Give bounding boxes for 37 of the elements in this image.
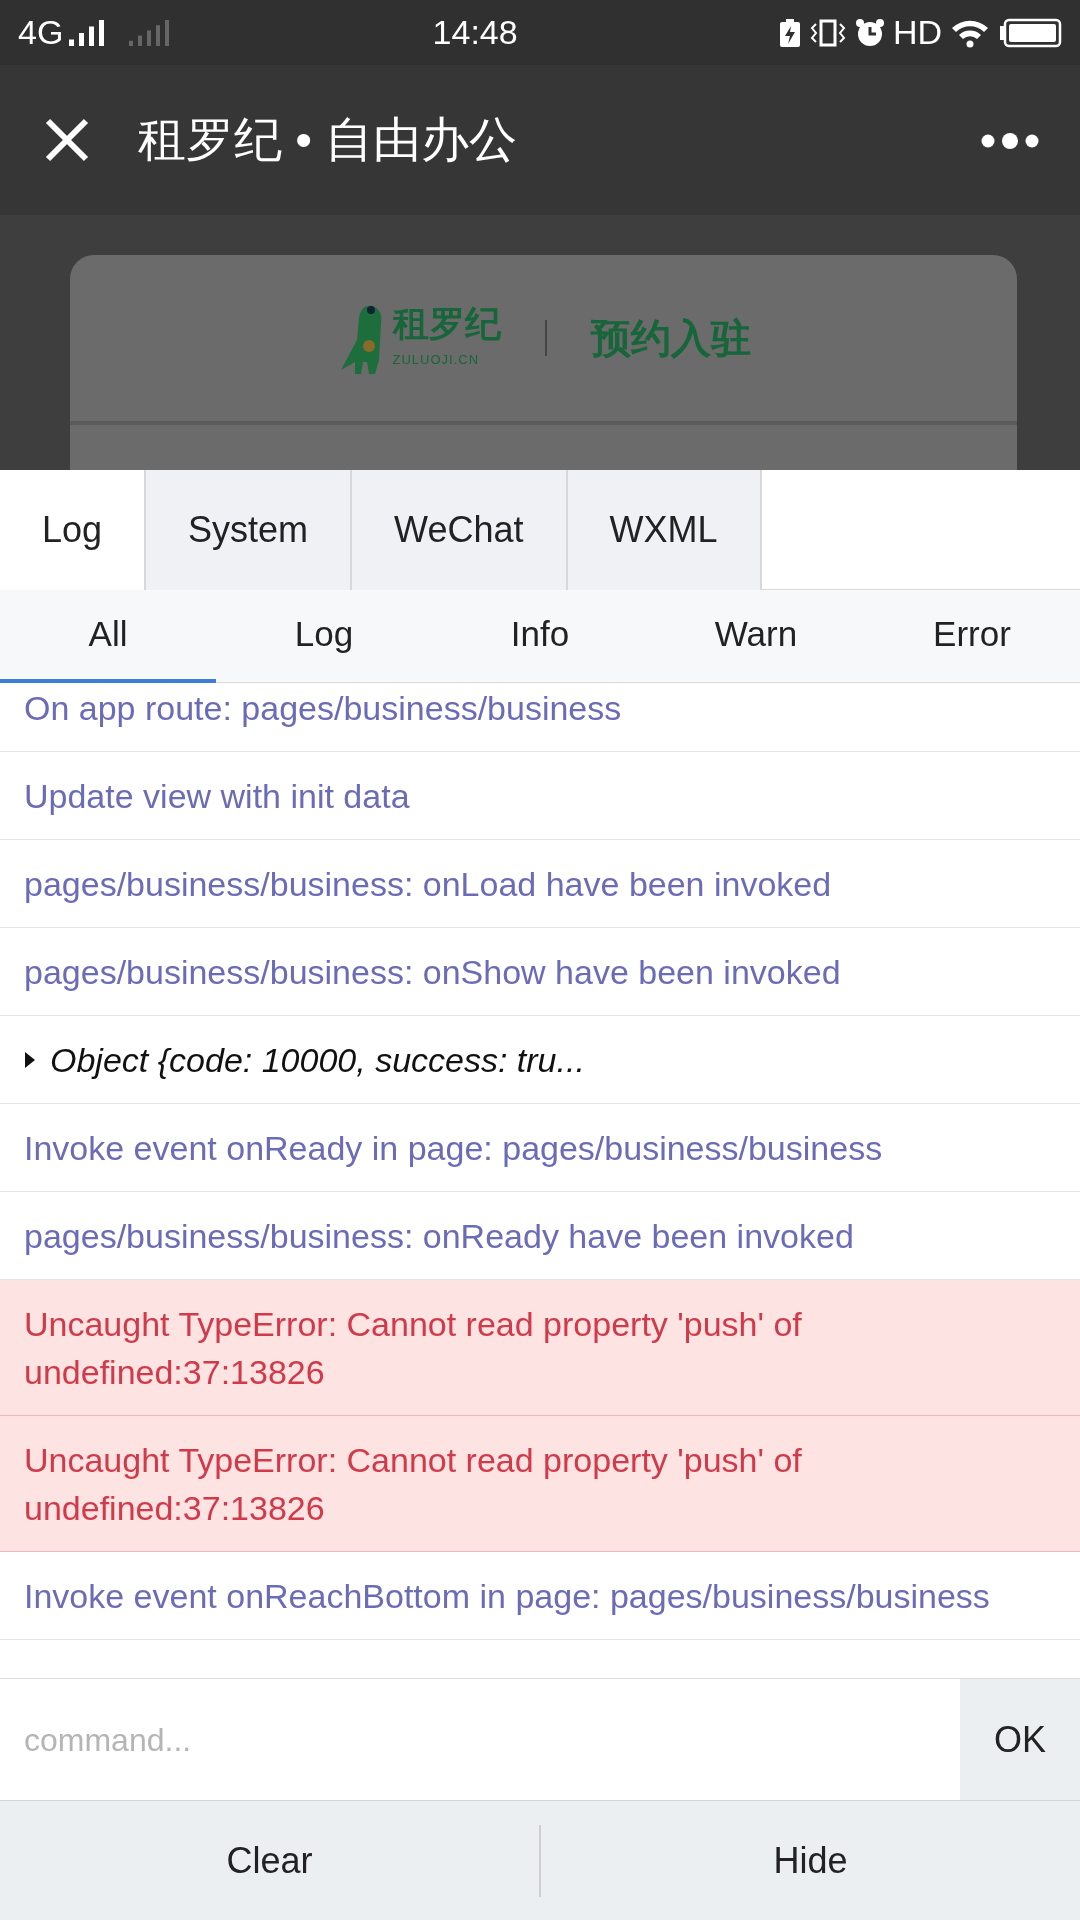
- close-button[interactable]: [44, 117, 90, 163]
- tab[interactable]: WXML: [567, 470, 762, 590]
- signal-icon: [129, 19, 172, 46]
- card-heading: 预约入驻: [590, 315, 751, 362]
- filter-tab[interactable]: Log: [216, 590, 432, 683]
- tab[interactable]: WeChat: [352, 470, 568, 590]
- battery-icon: [998, 17, 1062, 48]
- expand-triangle-icon: [24, 1049, 36, 1070]
- clear-button[interactable]: Clear: [0, 1801, 539, 1920]
- log-entry: Invoke event onReady in page: pages/business/business: [0, 1104, 1080, 1192]
- tab[interactable]: System: [146, 470, 353, 590]
- hd-label: HD: [892, 12, 942, 53]
- log-entry: pages/business/business: onShow have been invoked: [0, 928, 1080, 1016]
- brand-domain: ZULUOJI.CN: [392, 351, 480, 370]
- hide-button[interactable]: Hide: [541, 1801, 1080, 1920]
- error-entry: Uncaught TypeError: Cannot read property 'push' of undefined:37:13826: [0, 1280, 1080, 1416]
- vibrate-icon: [808, 17, 847, 48]
- filter-tab[interactable]: Warn: [648, 590, 864, 683]
- network-label: 4G: [18, 12, 64, 53]
- error-entry: Uncaught TypeError: Cannot read property 'push' of undefined:37:13826: [0, 1416, 1080, 1552]
- ok-button[interactable]: OK: [960, 1679, 1080, 1800]
- battery-charging-icon: [778, 17, 801, 48]
- brand-name: 租罗纪: [392, 306, 501, 343]
- log-entry: Object {code: 10000, success: tru...: [50, 1039, 585, 1081]
- log-entry: Update view with init data: [0, 752, 1080, 840]
- filter-tab[interactable]: Info: [432, 590, 648, 683]
- close-icon: [44, 117, 90, 163]
- filter-tab[interactable]: Error: [864, 590, 1080, 683]
- log-entry: Invoke event onReachBottom in page: pages/business/business: [0, 1552, 1080, 1640]
- clock-time: 14:48: [432, 13, 518, 51]
- page-title: 租罗纪 • 自由办公: [138, 112, 519, 168]
- signal-icon: [69, 19, 106, 46]
- tab[interactable]: Log: [0, 470, 147, 590]
- alarm-icon: [854, 17, 885, 48]
- log-entry: On app route: pages/business/business: [0, 683, 1080, 752]
- more-icon: [980, 132, 1040, 149]
- log-entry: pages/business/business: onLoad have been invoked: [0, 840, 1080, 928]
